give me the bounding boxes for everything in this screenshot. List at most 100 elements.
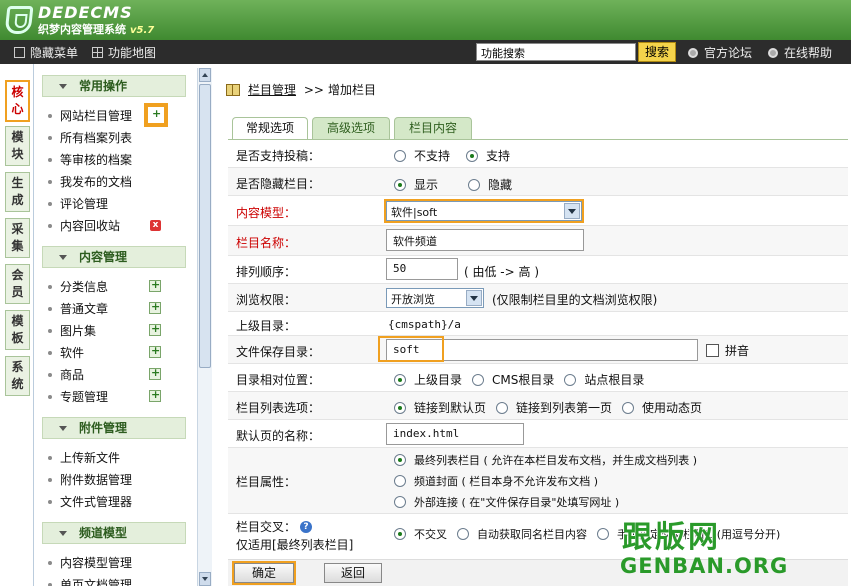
breadcrumb-link[interactable]: 栏目管理 — [248, 83, 296, 97]
vtab-template[interactable]: 模板 — [5, 310, 30, 350]
radio-auto-cross[interactable] — [457, 528, 469, 540]
default-page-input[interactable]: index.html — [386, 423, 524, 445]
add-icon[interactable] — [149, 322, 161, 336]
function-map-button[interactable]: 功能地图 — [92, 44, 156, 61]
menu-item-soft[interactable]: 软件 — [48, 345, 84, 361]
radio-parent-dir[interactable] — [394, 374, 406, 386]
menu-scrollbar[interactable] — [197, 68, 212, 586]
toolbar: 隐藏菜单 功能地图 官方论坛 在线帮助 — [0, 40, 851, 64]
radio-dynamic[interactable] — [622, 402, 635, 414]
vtab-system[interactable]: 系统 — [5, 356, 30, 396]
add-icon[interactable] — [149, 278, 161, 292]
row-attr: 栏目属性： 最终列表栏目 ( 允许在本栏目发布文档，并生成文档列表 ) 频道封面… — [228, 448, 848, 514]
vtab-module[interactable]: 模块 — [5, 126, 30, 166]
radio-cms-root[interactable] — [472, 374, 485, 386]
menu-item-comments[interactable]: 评论管理 — [48, 196, 108, 212]
name-input[interactable]: 软件频道 — [386, 229, 584, 251]
order-hint: ( 由低 -> 高 ) — [464, 265, 540, 279]
module-tabs: 核心 模块 生成 采集 会员 模板 系统 — [0, 64, 34, 586]
radio-hide[interactable] — [468, 179, 481, 191]
radio-list-first[interactable] — [496, 402, 509, 414]
delete-icon[interactable]: x — [150, 220, 161, 231]
add-icon[interactable] — [149, 300, 161, 314]
row-listopt: 栏目列表选项： 链接到默认页 链接到列表第一页 使用动态页 — [228, 392, 848, 420]
chevron-down-icon — [564, 203, 580, 219]
radio-external-link[interactable] — [394, 496, 406, 508]
menu-item-gallery[interactable]: 图片集 — [48, 323, 96, 339]
menu-item-goods[interactable]: 商品 — [48, 367, 84, 383]
breadcrumb-current: 增加栏目 — [327, 83, 376, 97]
add-icon[interactable] — [149, 344, 161, 358]
row-defpage: 默认页的名称： index.html — [228, 420, 848, 448]
tab-content[interactable]: 栏目内容 — [394, 117, 472, 139]
radio-no-post[interactable] — [394, 150, 406, 162]
scroll-thumb[interactable] — [199, 84, 211, 368]
menu-item-upload[interactable]: 上传新文件 — [48, 450, 120, 466]
logo-icon — [4, 6, 34, 34]
vtab-generate[interactable]: 生成 — [5, 172, 30, 212]
menu-item-my-docs[interactable]: 我发布的文档 — [48, 174, 132, 190]
order-input[interactable]: 50 — [386, 258, 458, 280]
row-allow-post: 是否支持投稿： 不支持 支持 — [228, 140, 848, 168]
forum-link[interactable]: 官方论坛 — [688, 44, 752, 61]
row-order: 排列顺序： 50 ( 由低 -> 高 ) — [228, 256, 848, 284]
menu-group-content[interactable]: 内容管理 — [42, 246, 186, 268]
menu-group-attach[interactable]: 附件管理 — [42, 417, 186, 439]
radio-default-page[interactable] — [394, 402, 406, 414]
row-model: 内容模型： 软件|soft — [228, 196, 848, 226]
add-icon[interactable] — [149, 388, 161, 402]
menu-item-single-page[interactable]: 单页文档管理 — [48, 577, 132, 586]
radio-channel-cover[interactable] — [394, 475, 406, 487]
menu-item-pending[interactable]: 等审核的档案 — [48, 152, 132, 168]
category-form: 是否支持投稿： 不支持 支持 是否隐藏栏目： 显示 隐藏 内容模型： 软件|soft… — [228, 139, 848, 560]
scroll-up-icon[interactable] — [199, 68, 211, 82]
tab-general[interactable]: 常规选项 — [232, 117, 308, 140]
add-category-icon[interactable] — [144, 103, 168, 127]
menu-item-special[interactable]: 专题管理 — [48, 389, 108, 405]
menu-item-file-manager[interactable]: 文件式管理器 — [48, 494, 132, 510]
hide-menu-button[interactable]: 隐藏菜单 — [14, 44, 78, 61]
radio-allow-post[interactable] — [466, 150, 479, 162]
row-hidden: 是否隐藏栏目： 显示 隐藏 — [228, 168, 848, 196]
ok-button[interactable]: 确定 — [232, 561, 296, 585]
pinyin-checkbox[interactable] — [706, 344, 719, 357]
side-menu: 常用操作 网站栏目管理 所有档案列表 等审核的档案 我发布的文档 评论管理 内容… — [34, 64, 196, 586]
menu-group-common[interactable]: 常用操作 — [42, 75, 186, 97]
menu-item-recycle[interactable]: 内容回收站 — [48, 218, 120, 234]
radio-manual-cross[interactable] — [597, 528, 609, 540]
grid-icon — [92, 47, 103, 58]
help-icon[interactable]: ? — [300, 521, 313, 533]
radio-final-list[interactable] — [394, 454, 406, 466]
header: DEDECMS 织梦内容管理系统 v5.7 — [0, 0, 851, 40]
menu-item-article[interactable]: 普通文章 — [48, 301, 108, 317]
model-select[interactable]: 软件|soft — [384, 199, 584, 223]
menu-group-channel[interactable]: 频道模型 — [42, 522, 186, 544]
add-icon[interactable] — [149, 366, 161, 380]
row-parent: 上级目录： {cmspath}/a — [228, 312, 848, 336]
vtab-member[interactable]: 会员 — [5, 264, 30, 304]
search-button[interactable]: 搜索 — [638, 42, 676, 62]
radio-site-root[interactable] — [564, 374, 577, 386]
perm-select[interactable]: 开放浏览 — [386, 288, 484, 308]
forum-icon — [688, 48, 698, 58]
row-relpos: 目录相对位置： 上级目录 CMS根目录 站点根目录 — [228, 364, 848, 392]
menu-item-all-archives[interactable]: 所有档案列表 — [48, 130, 132, 146]
menu-item-model-manage[interactable]: 内容模型管理 — [48, 555, 132, 571]
watermark-en: GENBAN.ORG — [620, 554, 789, 578]
row-name: 栏目名称： 软件频道 — [228, 226, 848, 256]
book-icon — [226, 84, 240, 96]
menu-item-classified[interactable]: 分类信息 — [48, 279, 108, 295]
menu-item-category-manage[interactable]: 网站栏目管理 — [48, 108, 132, 124]
tab-advanced[interactable]: 高级选项 — [312, 117, 390, 139]
vtab-collect[interactable]: 采集 — [5, 218, 30, 258]
search-input[interactable]: 功能搜索 — [476, 43, 636, 61]
back-button[interactable]: 返回 — [324, 563, 382, 583]
breadcrumb: 栏目管理 >> 增加栏目 — [226, 81, 376, 98]
parent-path: {cmspath}/a — [388, 318, 461, 331]
menu-item-attach-data[interactable]: 附件数据管理 — [48, 472, 132, 488]
vtab-core[interactable]: 核心 — [5, 80, 30, 122]
radio-no-cross[interactable] — [394, 528, 406, 540]
radio-show[interactable] — [394, 179, 406, 191]
scroll-down-icon[interactable] — [199, 572, 211, 586]
help-link[interactable]: 在线帮助 — [768, 44, 832, 61]
